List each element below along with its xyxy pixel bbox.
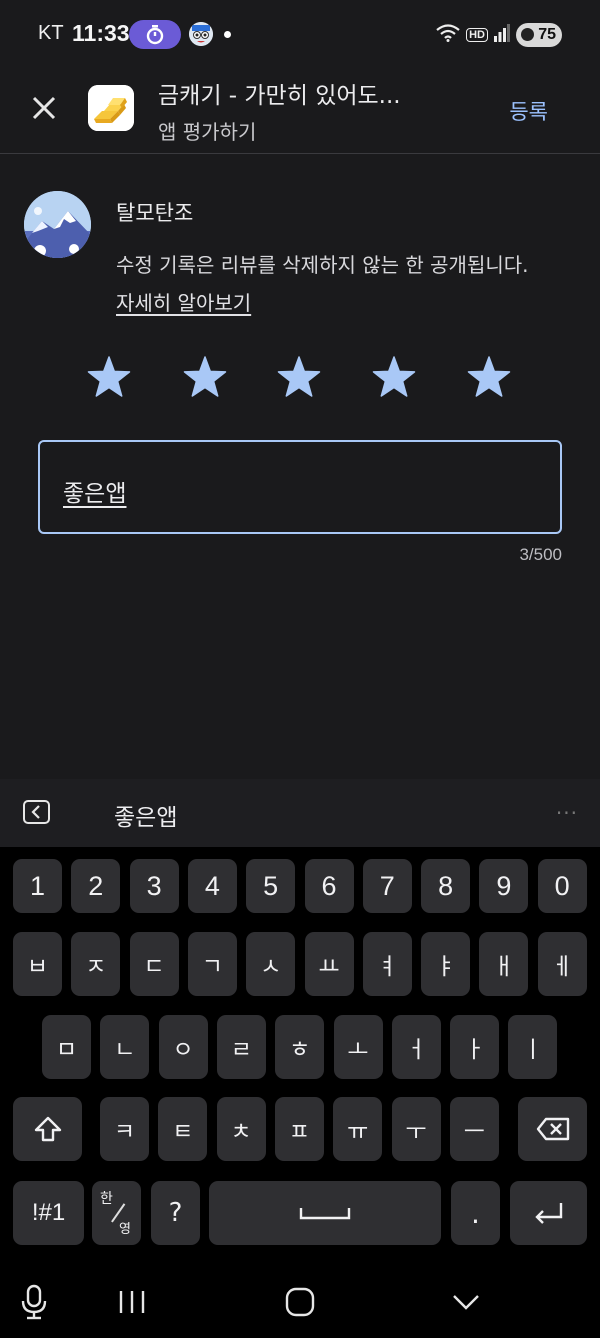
key-0[interactable]: 0 <box>537 859 587 913</box>
notice-text: 수정 기록은 리뷰를 삭제하지 않는 한 공개됩니다. <box>116 253 529 277</box>
key-ㅠ[interactable]: ㅠ <box>333 1097 383 1161</box>
space-key[interactable] <box>209 1181 441 1245</box>
language-switch-key[interactable]: 한 영 <box>92 1181 141 1245</box>
enter-key[interactable] <box>510 1181 587 1245</box>
suggestion-word[interactable]: 좋은앱 <box>114 798 177 832</box>
key-9[interactable]: 9 <box>479 859 529 913</box>
app-title: 금캐기 - 가만히 있어도... <box>158 83 401 109</box>
toolbar-collapse-icon[interactable] <box>23 800 50 824</box>
key-1[interactable]: 1 <box>13 859 62 913</box>
lang-key-korean: 한 <box>100 1191 113 1207</box>
backspace-key[interactable] <box>518 1097 587 1161</box>
key-ㅛ[interactable]: ㅛ <box>304 932 354 996</box>
key-ㅏ[interactable]: ㅏ <box>450 1015 500 1079</box>
key-ㅋ[interactable]: ㅋ <box>100 1097 149 1161</box>
star-rating <box>0 355 600 403</box>
status-bar: KT 11:33 HD 75 <box>0 0 600 70</box>
key-2[interactable]: 2 <box>71 859 121 913</box>
carrier-label: KT <box>38 22 64 44</box>
key-ㅌ[interactable]: ㅌ <box>158 1097 208 1161</box>
key-4[interactable]: 4 <box>187 859 237 913</box>
key-ㅊ[interactable]: ㅊ <box>216 1097 266 1161</box>
notification-dot <box>224 31 231 38</box>
star-2-icon[interactable] <box>183 355 227 399</box>
timer-icon <box>129 20 181 49</box>
key-ㅗ[interactable]: ㅗ <box>333 1015 383 1079</box>
key-ㅎ[interactable]: ㅎ <box>275 1015 325 1079</box>
symbols-key[interactable]: !#1 <box>13 1181 84 1245</box>
key-ㅂ[interactable]: ㅂ <box>13 932 62 996</box>
key-ㅜ[interactable]: ㅜ <box>391 1097 441 1161</box>
key-7[interactable]: 7 <box>362 859 412 913</box>
mascot-icon <box>189 22 213 46</box>
clock: 11:33 <box>72 20 130 46</box>
key-ㅅ[interactable]: ㅅ <box>246 932 296 996</box>
navigation-bar <box>0 1260 600 1338</box>
app-header: 금캐기 - 가만히 있어도... 앱 평가하기 등록 <box>0 70 600 154</box>
hide-keyboard-icon[interactable] <box>446 1282 486 1322</box>
header-subtitle: 앱 평가하기 <box>158 120 257 144</box>
battery-level: 75 <box>538 26 556 43</box>
recent-apps-icon[interactable] <box>112 1282 152 1322</box>
learn-more-link[interactable]: 자세히 알아보기 <box>116 291 251 315</box>
key-ㅔ[interactable]: ㅔ <box>537 932 587 996</box>
key-ㅡ[interactable]: ㅡ <box>449 1097 499 1161</box>
character-count: 3/500 <box>519 545 562 564</box>
period-key[interactable]: . <box>451 1181 500 1245</box>
key-ㄱ[interactable]: ㄱ <box>187 932 237 996</box>
voice-input-icon[interactable] <box>14 1282 54 1322</box>
key-ㅍ[interactable]: ㅍ <box>274 1097 324 1161</box>
key-ㅓ[interactable]: ㅓ <box>391 1015 441 1079</box>
review-input[interactable]: 좋은앱 <box>38 440 562 534</box>
key-ㅑ[interactable]: ㅑ <box>421 932 471 996</box>
key-ㄷ[interactable]: ㄷ <box>129 932 179 996</box>
key-ㄴ[interactable]: ㄴ <box>100 1015 150 1079</box>
key-3[interactable]: 3 <box>129 859 179 913</box>
battery-icon: 75 <box>516 23 562 47</box>
keyboard: !#1 한 영 ? . 1234567890 ㅂㅈㄷㄱㅅㅛㅕㅑㅐㅔㅁㄴㅇㄹㅎㅗㅓㅏ… <box>0 847 600 1260</box>
hd-voice-icon: HD <box>466 28 488 42</box>
edit-history-notice: 수정 기록은 리뷰를 삭제하지 않는 한 공개됩니다. 자세히 알아보기 <box>116 246 536 322</box>
review-text: 좋은앱 <box>63 481 127 507</box>
status-icons: HD 75 <box>436 22 562 48</box>
avatar <box>24 191 91 258</box>
app-icon-gold-bars <box>88 85 134 131</box>
more-options-icon[interactable]: ··· <box>556 801 578 825</box>
key-ㅕ[interactable]: ㅕ <box>362 932 412 996</box>
key-5[interactable]: 5 <box>246 859 296 913</box>
signal-icon <box>494 24 510 46</box>
home-icon[interactable] <box>280 1282 320 1322</box>
star-4-icon[interactable] <box>372 355 416 399</box>
user-name: 탈모탄조 <box>116 201 194 225</box>
key-ㄹ[interactable]: ㄹ <box>216 1015 266 1079</box>
star-3-icon[interactable] <box>277 355 321 399</box>
lang-key-english: 영 <box>119 1222 131 1237</box>
key-ㅈ[interactable]: ㅈ <box>71 932 121 996</box>
key-ㅣ[interactable]: ㅣ <box>508 1015 558 1079</box>
question-key[interactable]: ? <box>151 1181 200 1245</box>
key-6[interactable]: 6 <box>304 859 354 913</box>
shift-key[interactable] <box>13 1097 82 1161</box>
star-1-icon[interactable] <box>87 355 131 399</box>
key-8[interactable]: 8 <box>421 859 471 913</box>
key-ㅐ[interactable]: ㅐ <box>479 932 529 996</box>
key-ㅁ[interactable]: ㅁ <box>42 1015 91 1079</box>
close-icon[interactable] <box>26 90 62 126</box>
register-button[interactable]: 등록 <box>509 96 548 126</box>
wifi-icon <box>436 24 460 46</box>
key-ㅇ[interactable]: ㅇ <box>158 1015 208 1079</box>
star-5-icon[interactable] <box>467 355 511 399</box>
keyboard-suggestion-bar: 좋은앱 ··· <box>0 779 600 847</box>
